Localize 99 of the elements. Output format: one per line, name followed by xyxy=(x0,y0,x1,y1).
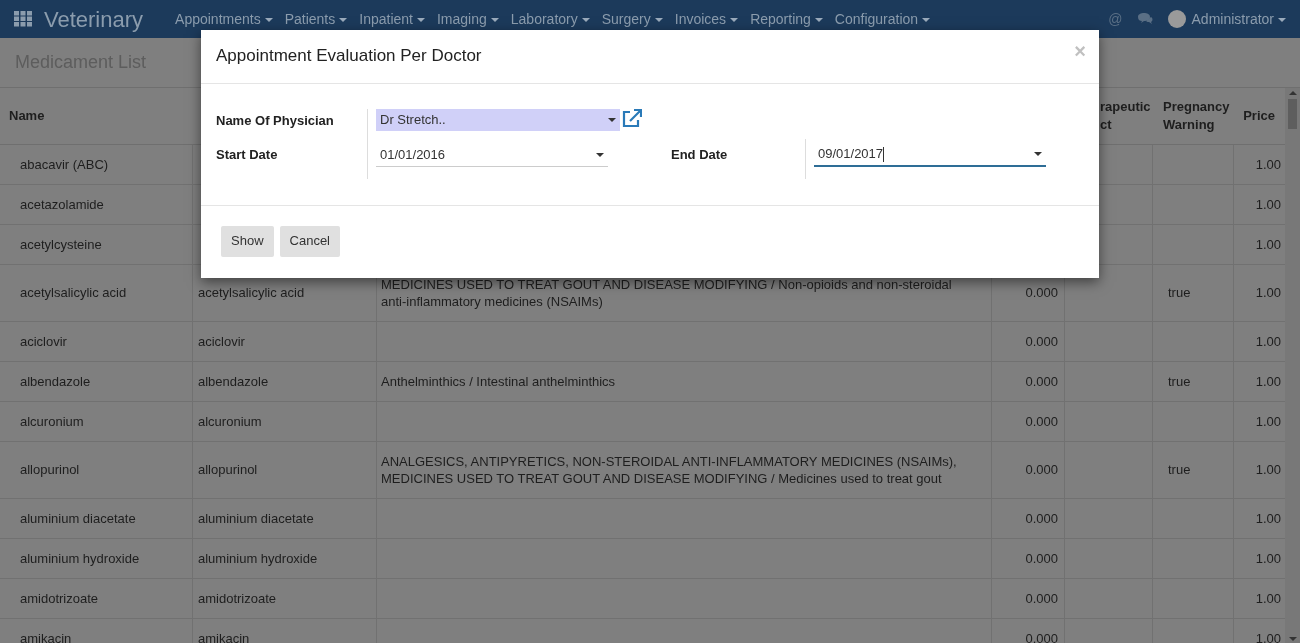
table-cell-text: allopurinol xyxy=(198,461,258,480)
caret-icon xyxy=(581,17,590,22)
table-cell-text: aluminium diacetate xyxy=(198,509,314,528)
table-cell-text: 0.000 xyxy=(1025,549,1058,568)
field-label: Name Of Physician xyxy=(216,112,335,130)
table-row[interactable]: aciclovir aciclovir 0.000 1.00 xyxy=(0,322,1285,362)
dialog-button[interactable]: Cancel xyxy=(279,225,340,257)
table-cell-text: 1.00 xyxy=(1255,155,1281,174)
table-cell-text: allopurinol xyxy=(20,461,80,480)
nav-menu[interactable]: Reporting xyxy=(750,8,823,30)
table-cell-text: amidotrizoate xyxy=(20,589,99,608)
table-cell-text: 0.000 xyxy=(1025,372,1058,391)
table-row[interactable]: allopurinol allopurinol ANALGESICS, ANTIPYRETICS, NON-STEROIDAL ANTI-INFLAMMATORY MEDICINES (NSAIMs), MEDICINES USED TO TREAT GOUT AND DISEASE MODIFYING / Medicines used to treat gout 0.000 true 1.00 xyxy=(0,442,1285,499)
app-title[interactable]: Veterinary xyxy=(44,2,144,36)
field-label: End Date xyxy=(670,146,729,164)
table-cell-text: 1.00 xyxy=(1255,629,1281,643)
column-header[interactable]: Name xyxy=(9,106,45,126)
physician-select[interactable]: Dr Stretch.. xyxy=(376,109,620,131)
date-field[interactable]: 09/01/2017 xyxy=(814,143,1046,167)
avatar-icon xyxy=(1167,10,1186,28)
table-cell-text: amikacin xyxy=(198,629,250,643)
caret-icon xyxy=(596,152,604,157)
external-link-icon[interactable] xyxy=(622,109,642,128)
nav-menu[interactable]: Imaging xyxy=(437,8,499,30)
nav-menu[interactable]: Patients xyxy=(284,8,348,30)
table-cell-text: 0.000 xyxy=(1025,461,1058,480)
table-cell-text: acetylsalicylic acid xyxy=(20,284,127,303)
table-cell-text: 1.00 xyxy=(1255,332,1281,351)
nav-menu[interactable]: Surgery xyxy=(601,8,663,30)
dialog-button[interactable]: Show xyxy=(221,225,274,257)
table-cell-text: 0.000 xyxy=(1025,284,1058,303)
date-field[interactable]: 01/01/2016 xyxy=(376,143,608,167)
table-row[interactable]: aluminium diacetate aluminium diacetate 0.000 1.00 xyxy=(0,499,1285,539)
table-cell-text: alcuronium xyxy=(20,412,84,431)
nav-menu[interactable]: Appointments xyxy=(175,8,273,30)
field-label: Start Date xyxy=(216,146,279,164)
table-cell-text: 1.00 xyxy=(1255,589,1281,608)
table-cell-text: aluminium diacetate xyxy=(20,509,136,528)
table-cell-text: 1.00 xyxy=(1255,549,1281,568)
caret-icon xyxy=(654,17,663,22)
table-cell-text: 1.00 xyxy=(1255,372,1281,391)
caret-icon xyxy=(264,17,273,22)
table-cell-text: 1.00 xyxy=(1255,461,1281,480)
table-cell-text: albendazole xyxy=(20,372,91,391)
table-cell-text: aciclovir xyxy=(198,332,245,351)
table-row[interactable]: albendazole albendazole Anthelminthics / Intestinal anthelminthics 0.000 true 1.00 xyxy=(0,362,1285,402)
text-cursor xyxy=(883,146,885,162)
caret-icon xyxy=(490,17,499,22)
table-cell-text: MEDICINES USED TO TREAT GOUT AND DISEASE MODIFYING / Non-opioids and non-steroidal anti-inflammatory medicines (NSAIMs) xyxy=(381,276,953,310)
table-cell-text: alcuronium xyxy=(198,412,262,431)
table-cell-text: acetylsalicylic acid xyxy=(198,284,305,303)
table-cell-text: aluminium hydroxide xyxy=(20,549,140,568)
table-row[interactable]: aluminium hydroxide aluminium hydroxide 0.000 1.00 xyxy=(0,539,1285,579)
nav-menu[interactable]: Invoices xyxy=(674,8,739,30)
column-header[interactable]: Pregnancy Warning xyxy=(1163,98,1234,134)
table-cell-text: 0.000 xyxy=(1025,589,1058,608)
table-cell-text: amikacin xyxy=(20,629,72,643)
table-cell-text: 1.00 xyxy=(1255,235,1281,254)
caret-icon xyxy=(814,17,823,22)
chat-icon[interactable] xyxy=(1136,12,1154,26)
table-cell-text: aluminium hydroxide xyxy=(198,549,318,568)
scrollbar[interactable] xyxy=(1285,88,1300,643)
table-cell-text: abacavir (ABC) xyxy=(20,155,109,174)
caret-icon xyxy=(922,17,931,22)
table-cell-text: 1.00 xyxy=(1255,284,1281,303)
table-cell-text: 0.000 xyxy=(1025,332,1058,351)
column-header[interactable]: Price xyxy=(1243,106,1275,126)
column-header[interactable]: rapeutic ct xyxy=(1100,98,1152,134)
caret-icon xyxy=(1278,17,1286,22)
mention-icon[interactable]: @ xyxy=(1108,8,1123,30)
table-cell-text: albendazole xyxy=(198,372,269,391)
caret-icon xyxy=(339,17,348,22)
table-row[interactable]: amidotrizoate amidotrizoate 0.000 1.00 xyxy=(0,579,1285,619)
table-cell-text: 0.000 xyxy=(1025,509,1058,528)
table-cell-text: true xyxy=(1168,372,1191,391)
table-cell-text: 1.00 xyxy=(1255,412,1281,431)
table-cell-text: 0.000 xyxy=(1025,412,1058,431)
table-cell-text: amidotrizoate xyxy=(198,589,277,608)
table-cell: Anthelminthics / Intestinal anthelminthics xyxy=(381,373,616,390)
table-cell-text: true xyxy=(1168,461,1191,480)
table-cell-text: 1.00 xyxy=(1255,195,1281,214)
table-cell-text: acetazolamide xyxy=(20,195,104,214)
user-menu[interactable]: Administrator xyxy=(1191,8,1286,30)
caret-icon xyxy=(417,17,425,22)
table-cell-text: ANALGESICS, ANTIPYRETICS, NON-STEROIDAL ANTI-INFLAMMATORY MEDICINES (NSAIMs), MEDICINES USED TO TREAT GOUT AND DISEASE MODIFYING / Medicines used to treat gout xyxy=(381,453,958,487)
table-cell-text: 1.00 xyxy=(1255,509,1281,528)
caret-icon xyxy=(730,17,739,22)
caret-icon xyxy=(1034,152,1042,156)
table-row[interactable]: alcuronium alcuronium 0.000 1.00 xyxy=(0,402,1285,442)
dialog-title: Appointment Evaluation Per Doctor xyxy=(216,44,482,67)
table-cell-text: true xyxy=(1168,284,1191,303)
apps-grid-icon[interactable] xyxy=(14,11,32,27)
caret-icon xyxy=(608,118,616,122)
table-cell-text: aciclovir xyxy=(20,332,67,351)
nav-menu[interactable]: Configuration xyxy=(834,8,931,30)
table-cell-text: 0.000 xyxy=(1025,629,1058,643)
nav-menu[interactable]: Laboratory xyxy=(510,8,590,30)
nav-menu[interactable]: Inpatient xyxy=(359,8,425,30)
table-cell-text: acetylcysteine xyxy=(20,235,102,254)
